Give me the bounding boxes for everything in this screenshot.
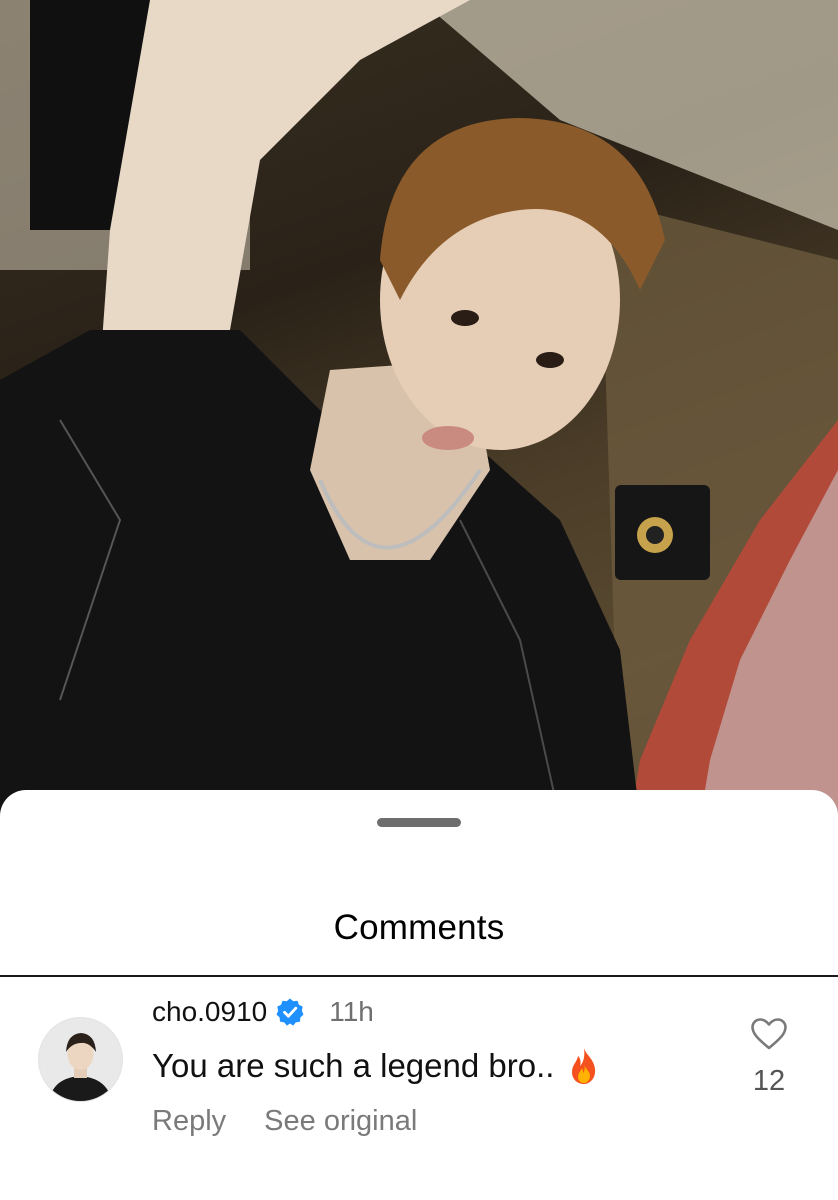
screen: Comments cho.0910 11h You are such a leg… (0, 0, 838, 1200)
avatar[interactable] (38, 1017, 123, 1102)
comment-actions: Reply See original (152, 1105, 417, 1138)
comment-body: You are such a legend bro.. (152, 1047, 602, 1085)
avatar-image (39, 1018, 122, 1101)
like-count: 12 (752, 1065, 786, 1097)
reply-button[interactable]: Reply (152, 1105, 226, 1138)
comment-header: cho.0910 11h (152, 994, 374, 1030)
comment-item: cho.0910 11h You are such a legend bro..… (0, 977, 838, 1200)
photo-artwork (0, 0, 838, 820)
see-original-button[interactable]: See original (264, 1105, 417, 1138)
comment-timestamp: 11h (329, 996, 374, 1027)
drag-handle[interactable] (377, 818, 461, 827)
sheet-title: Comments (333, 908, 505, 947)
comment-text: You are such a legend bro.. (152, 1047, 555, 1084)
fire-emoji-icon (572, 1048, 596, 1084)
username[interactable]: cho.0910 (152, 996, 267, 1028)
comments-sheet: Comments cho.0910 11h You are such a leg… (0, 790, 838, 1200)
verified-badge-icon (276, 998, 304, 1026)
heart-icon[interactable] (750, 1017, 788, 1051)
post-photo[interactable] (0, 0, 838, 820)
like-area: 12 (740, 1017, 798, 1098)
